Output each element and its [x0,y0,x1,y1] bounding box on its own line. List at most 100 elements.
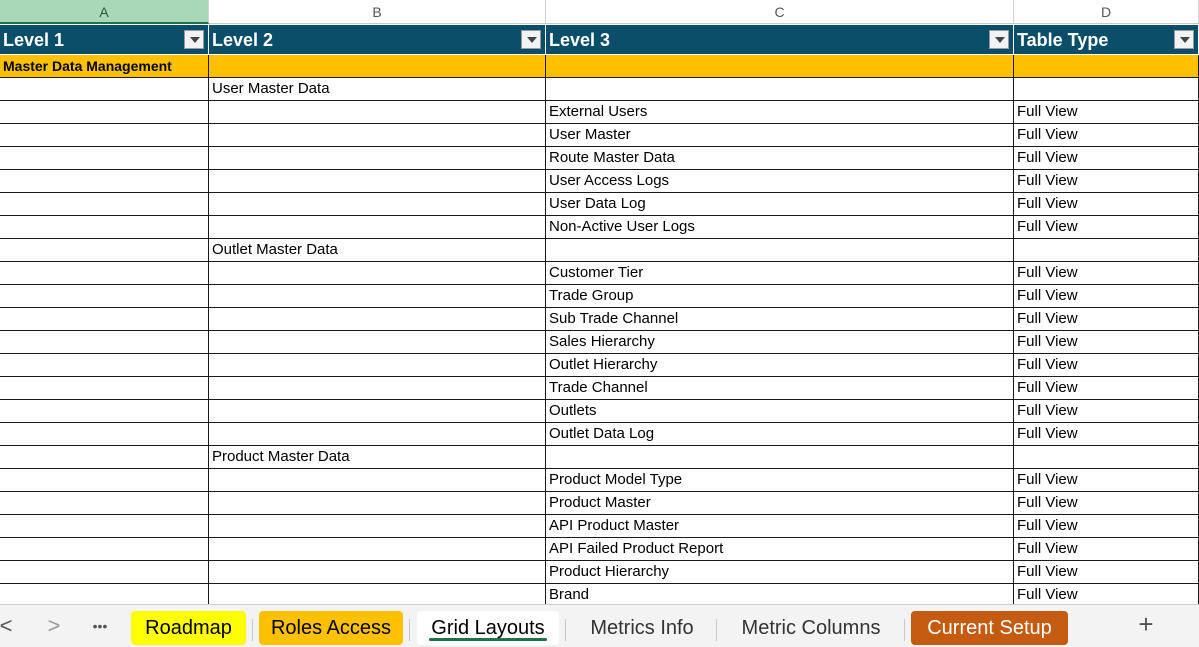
table-cell[interactable] [546,78,1014,101]
more-sheets-icon[interactable]: ••• [88,618,112,634]
filter-dropdown-icon[interactable] [989,30,1009,49]
table-cell[interactable]: Full View [1014,561,1199,584]
header-cell-level-2[interactable]: Level 2 [209,25,546,55]
header-cell-level-3[interactable]: Level 3 [546,25,1014,55]
table-cell[interactable] [0,561,209,584]
table-cell[interactable] [0,400,209,423]
table-cell[interactable]: API Product Master [546,515,1014,538]
table-cell[interactable]: Full View [1014,124,1199,147]
table-cell[interactable] [0,515,209,538]
table-cell[interactable] [1014,78,1199,101]
column-header-d[interactable]: D [1014,0,1199,24]
table-cell[interactable] [0,193,209,216]
table-cell[interactable] [1014,446,1199,469]
table-cell[interactable] [0,308,209,331]
table-cell[interactable]: Product Master [546,492,1014,515]
table-cell[interactable] [209,101,546,124]
table-cell[interactable]: Full View [1014,423,1199,446]
table-cell[interactable] [546,446,1014,469]
table-cell[interactable]: User Master Data [209,78,546,101]
table-cell[interactable] [209,216,546,239]
table-cell[interactable]: User Data Log [546,193,1014,216]
table-cell[interactable] [209,193,546,216]
table-cell[interactable] [209,262,546,285]
table-cell[interactable]: Full View [1014,400,1199,423]
table-cell[interactable] [209,308,546,331]
table-cell[interactable] [209,561,546,584]
table-cell[interactable] [0,423,209,446]
table-cell[interactable]: External Users [546,101,1014,124]
table-cell[interactable]: Full View [1014,331,1199,354]
add-sheet-icon[interactable]: + [1134,609,1158,640]
table-cell[interactable] [546,55,1014,78]
next-sheet-icon[interactable]: > [42,613,66,639]
column-header-c[interactable]: C [546,0,1014,24]
header-cell-level-1[interactable]: Level 1 [0,25,209,55]
table-cell[interactable]: Product Master Data [209,446,546,469]
table-cell[interactable]: Full View [1014,377,1199,400]
table-cell[interactable] [209,538,546,561]
table-cell[interactable]: Full View [1014,216,1199,239]
table-cell[interactable]: Sub Trade Channel [546,308,1014,331]
table-cell[interactable] [209,331,546,354]
table-cell[interactable]: Full View [1014,492,1199,515]
table-cell[interactable] [0,239,209,262]
table-cell[interactable] [0,216,209,239]
table-cell[interactable] [209,354,546,377]
table-cell[interactable] [209,515,546,538]
table-cell[interactable]: Full View [1014,469,1199,492]
table-cell[interactable]: Full View [1014,308,1199,331]
table-cell[interactable]: Sales Hierarchy [546,331,1014,354]
column-header-a[interactable]: A [0,0,209,24]
table-cell[interactable]: Full View [1014,354,1199,377]
sheet-tab-metrics-info[interactable]: Metrics Info [574,611,710,645]
table-cell[interactable] [209,377,546,400]
table-cell[interactable]: Full View [1014,147,1199,170]
sheet-tab-current-setup[interactable]: Current Setup [911,611,1068,645]
filter-dropdown-icon[interactable] [1174,30,1194,49]
table-cell[interactable] [0,492,209,515]
table-cell[interactable]: Full View [1014,170,1199,193]
table-cell[interactable]: Trade Channel [546,377,1014,400]
table-cell[interactable] [0,331,209,354]
header-cell-table-type[interactable]: Table Type [1014,25,1199,55]
table-cell[interactable]: Full View [1014,101,1199,124]
table-cell[interactable] [1014,55,1199,78]
table-cell[interactable]: Customer Tier [546,262,1014,285]
table-cell[interactable]: Outlets [546,400,1014,423]
table-cell[interactable] [0,377,209,400]
table-cell[interactable]: API Failed Product Report [546,538,1014,561]
table-cell[interactable] [209,423,546,446]
table-cell[interactable]: Trade Group [546,285,1014,308]
table-cell[interactable] [0,78,209,101]
table-cell[interactable]: User Master [546,124,1014,147]
table-cell[interactable]: Product Model Type [546,469,1014,492]
table-cell[interactable] [0,469,209,492]
sheet-tab-roadmap[interactable]: Roadmap [131,611,246,645]
table-cell[interactable]: Outlet Data Log [546,423,1014,446]
table-cell[interactable] [0,262,209,285]
table-cell[interactable] [0,446,209,469]
table-cell[interactable] [209,124,546,147]
table-cell[interactable]: Full View [1014,538,1199,561]
table-cell[interactable] [1014,239,1199,262]
table-cell[interactable] [209,400,546,423]
table-cell[interactable]: Non-Active User Logs [546,216,1014,239]
table-cell[interactable]: Full View [1014,515,1199,538]
table-cell[interactable]: Master Data Management [0,55,209,78]
table-cell[interactable]: Outlet Master Data [209,239,546,262]
sheet-tab-roles-access[interactable]: Roles Access [259,611,403,645]
table-cell[interactable] [209,170,546,193]
table-cell[interactable]: Full View [1014,262,1199,285]
table-cell[interactable]: Full View [1014,193,1199,216]
table-cell[interactable]: User Access Logs [546,170,1014,193]
sheet-tab-grid-layouts[interactable]: Grid Layouts [417,611,559,645]
filter-dropdown-icon[interactable] [521,30,541,49]
table-cell[interactable]: Full View [1014,285,1199,308]
filter-dropdown-icon[interactable] [184,30,204,49]
table-cell[interactable] [209,469,546,492]
table-cell[interactable] [0,285,209,308]
table-cell[interactable] [546,239,1014,262]
table-cell[interactable]: Product Hierarchy [546,561,1014,584]
table-cell[interactable] [209,147,546,170]
